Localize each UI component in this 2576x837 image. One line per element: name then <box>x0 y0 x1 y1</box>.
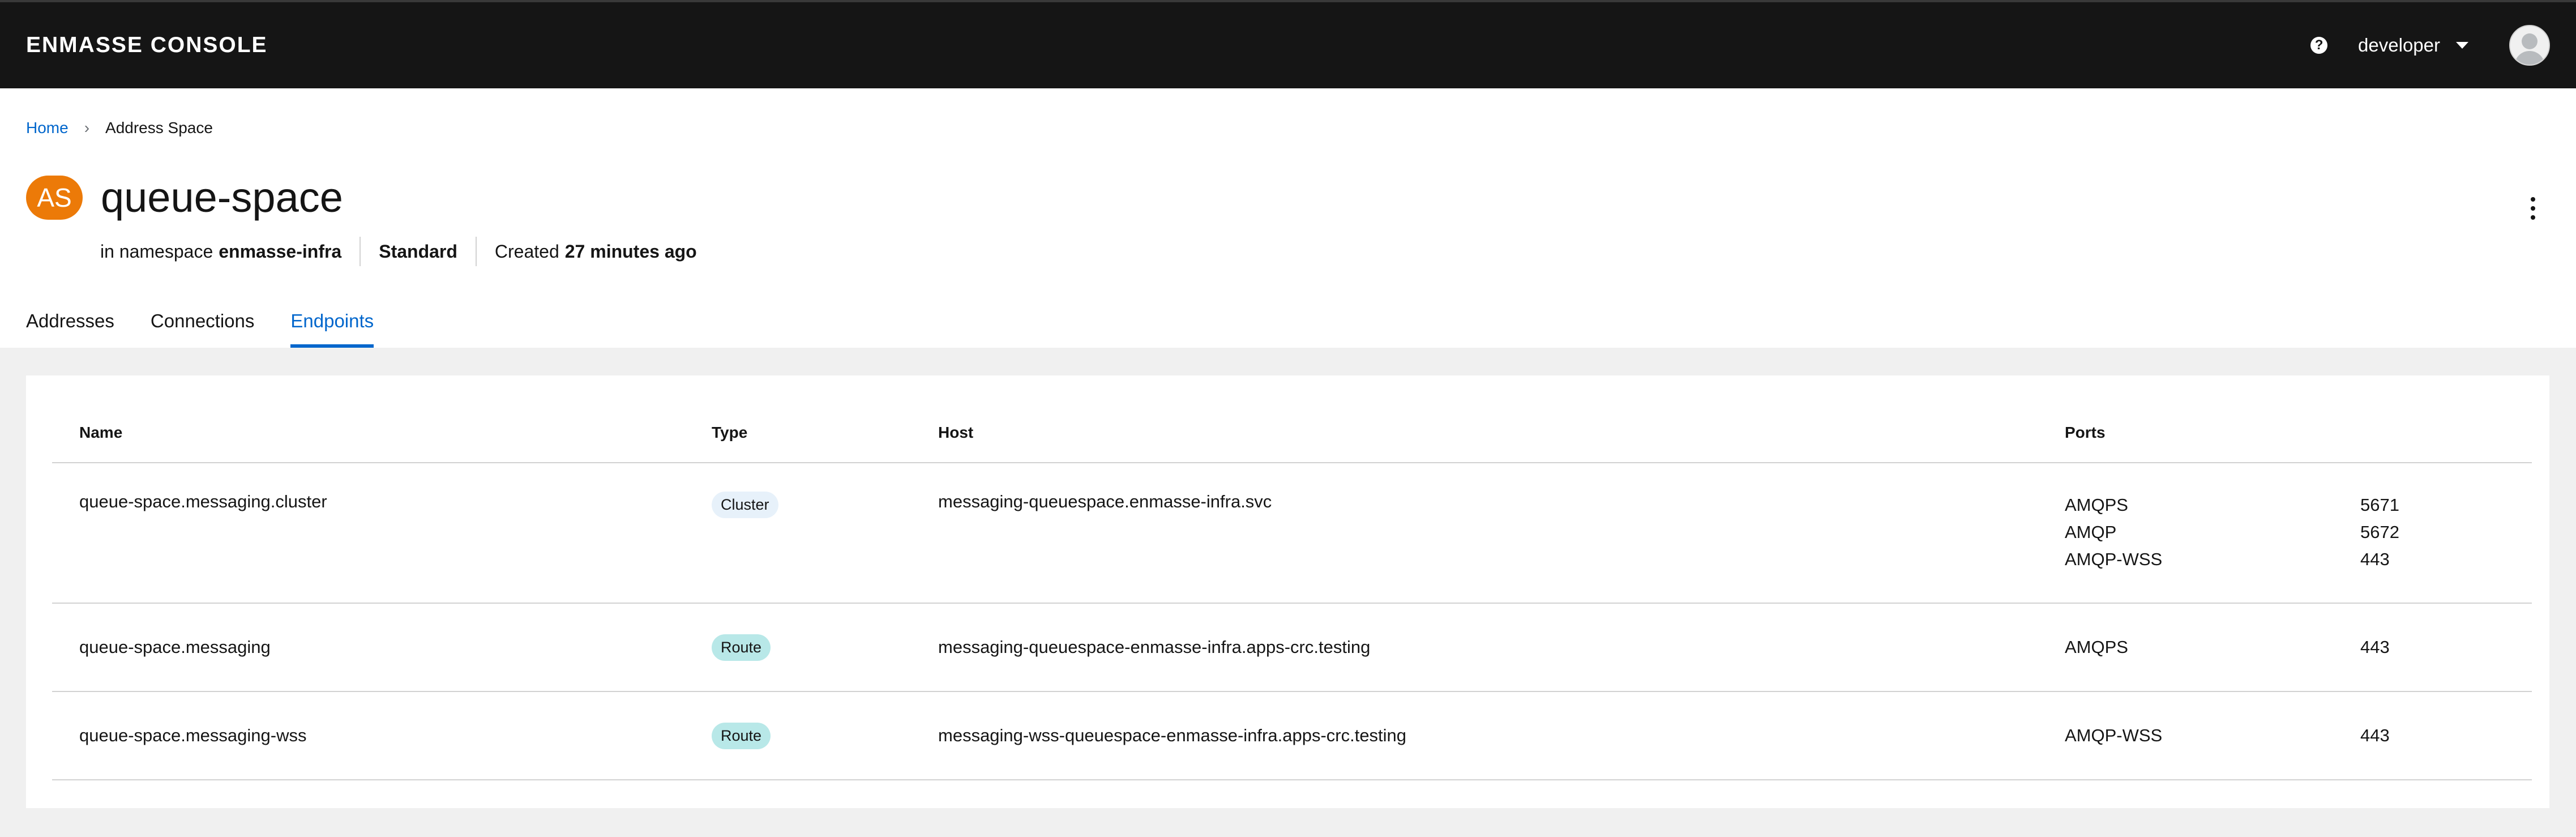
port-entry: AMQPS 5671 <box>2065 492 2532 519</box>
created-value: 27 minutes ago <box>564 241 697 262</box>
address-space-type: Standard <box>379 241 457 262</box>
brand-logo: ENMASSE CONSOLE <box>26 33 268 57</box>
endpoint-host: messaging-queuespace-enmasse-infra.apps-… <box>911 603 2038 692</box>
endpoint-type-badge: Route <box>712 634 771 661</box>
port-entry: AMQP-WSS 443 <box>2065 546 2532 573</box>
tab-endpoints[interactable]: Endpoints <box>290 310 374 348</box>
column-header-name[interactable]: Name <box>52 403 684 463</box>
endpoint-host: messaging-wss-queuespace-enmasse-infra.a… <box>911 691 2038 780</box>
created-prefix: Created <box>494 241 559 262</box>
tab-bar: Addresses Connections Endpoints <box>26 310 410 348</box>
port-number: 5671 <box>2360 495 2399 515</box>
user-name: developer <box>2358 35 2440 55</box>
address-space-badge: AS <box>26 175 83 220</box>
page-title: queue-space <box>101 174 343 221</box>
endpoint-type-cell: Cluster <box>684 463 911 604</box>
breadcrumb-home-link[interactable]: Home <box>26 119 69 137</box>
table-row: queue-space.messaging.cluster Cluster me… <box>52 463 2532 604</box>
port-number: 443 <box>2360 725 2390 745</box>
endpoint-ports: AMQP-WSS 443 <box>2038 691 2532 780</box>
port-entry: AMQP 5672 <box>2065 519 2532 546</box>
endpoint-type-cell: Route <box>684 691 911 780</box>
port-entry: AMQPS 443 <box>2065 634 2532 661</box>
endpoint-name: queue-space.messaging-wss <box>52 691 684 780</box>
kebab-menu-icon[interactable] <box>2527 197 2539 220</box>
table-header-row: Name Type Host Ports <box>52 403 2532 463</box>
port-entry: AMQP-WSS 443 <box>2065 722 2532 749</box>
port-number: 443 <box>2360 637 2390 657</box>
endpoint-type-cell: Route <box>684 603 911 692</box>
column-header-ports[interactable]: Ports <box>2038 403 2532 463</box>
breadcrumb: Home › Address Space <box>26 119 213 137</box>
masthead-tools: ? developer <box>2310 2 2550 88</box>
namespace-prefix: in namespace <box>100 241 213 262</box>
column-header-host[interactable]: Host <box>911 403 2038 463</box>
port-protocol: AMQP <box>2065 522 2117 542</box>
tab-connections[interactable]: Connections <box>151 310 254 348</box>
user-menu-toggle[interactable]: developer <box>2358 35 2468 56</box>
divider <box>475 237 477 266</box>
namespace-info: in namespace enmasse-infra <box>100 241 341 262</box>
tab-addresses[interactable]: Addresses <box>26 310 114 348</box>
port-number: 5672 <box>2360 522 2399 542</box>
endpoint-name: queue-space.messaging.cluster <box>52 463 684 604</box>
table-row: queue-space.messaging Route messaging-qu… <box>52 603 2532 692</box>
port-protocol: AMQP-WSS <box>2065 549 2163 569</box>
created-info: Created 27 minutes ago <box>495 241 697 262</box>
endpoint-ports: AMQPS 5671 AMQP 5672 AMQP-WSS 443 <box>2038 463 2532 604</box>
masthead: ENMASSE CONSOLE ? developer <box>0 0 2576 88</box>
endpoints-card: Name Type Host Ports queue-space.messagi… <box>26 375 2549 808</box>
page-header: AS queue-space <box>26 173 343 221</box>
port-protocol: AMQPS <box>2065 637 2128 657</box>
breadcrumb-current: Address Space <box>105 119 213 136</box>
port-number: 443 <box>2360 549 2390 569</box>
endpoint-type-badge: Route <box>712 722 771 749</box>
port-protocol: AMQP-WSS <box>2065 725 2163 745</box>
endpoint-name: queue-space.messaging <box>52 603 684 692</box>
endpoints-table: Name Type Host Ports queue-space.messagi… <box>52 403 2532 780</box>
column-header-type[interactable]: Type <box>684 403 911 463</box>
table-row: queue-space.messaging-wss Route messagin… <box>52 691 2532 780</box>
endpoint-type-badge: Cluster <box>712 492 778 518</box>
endpoint-ports: AMQPS 443 <box>2038 603 2532 692</box>
address-space-meta: in namespace enmasse-infra Standard Crea… <box>100 237 697 266</box>
port-protocol: AMQPS <box>2065 495 2128 515</box>
chevron-right-icon: › <box>84 119 90 136</box>
user-avatar-icon[interactable] <box>2509 25 2550 66</box>
caret-down-icon <box>2456 42 2468 49</box>
endpoint-host: messaging-queuespace.enmasse-infra.svc <box>911 463 2038 604</box>
divider <box>360 237 361 266</box>
question-circle-icon[interactable]: ? <box>2310 37 2328 54</box>
namespace-value: enmasse-infra <box>219 241 342 262</box>
